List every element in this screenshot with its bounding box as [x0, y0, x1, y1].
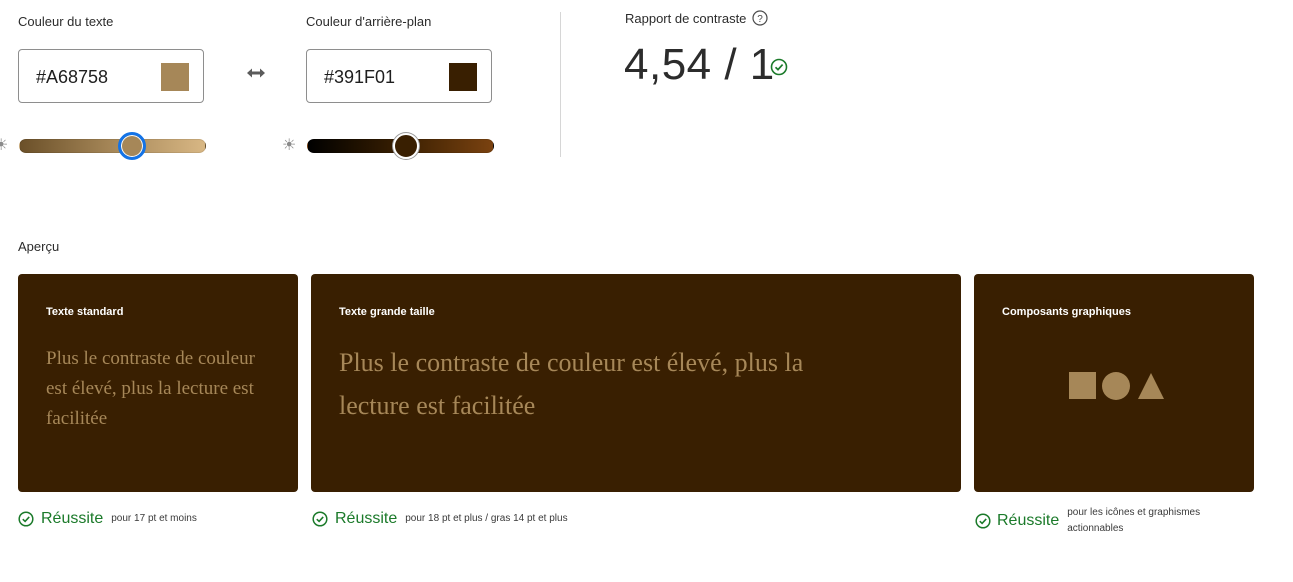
standard-text-status: Réussite pour 17 pt et moins [18, 510, 197, 528]
circle-shape-icon [1102, 372, 1130, 400]
contrast-ratio-value: 4,54 / 1 [624, 40, 775, 89]
preview-label: Aperçu [18, 239, 60, 254]
background-color-label: Couleur d'arrière-plan [306, 14, 432, 29]
triangle-shape-icon [1137, 372, 1165, 400]
text-color-swatch[interactable] [161, 63, 189, 91]
square-shape-icon [1069, 372, 1096, 399]
background-color-swatch[interactable] [449, 63, 477, 91]
text-color-hex-input[interactable] [36, 66, 156, 88]
contrast-ratio-label: Rapport de contraste [625, 11, 747, 26]
background-color-slider-thumb[interactable] [393, 133, 419, 159]
background-color-field[interactable] [306, 49, 492, 103]
check-circle-icon [312, 511, 328, 527]
standard-text-sample: Plus le contraste de couleur est élevé, … [46, 348, 255, 429]
preview-card-standard-text: Texte standard Plus le contraste de coul… [18, 274, 298, 492]
check-circle-icon [975, 513, 991, 529]
text-color-slider-thumb[interactable] [118, 132, 146, 160]
large-text-status: Réussite pour 18 pt et plus / gras 14 pt… [312, 510, 568, 528]
text-color-field[interactable] [18, 49, 204, 103]
pass-note: pour 18 pt et plus / gras 14 pt et plus [405, 513, 568, 524]
vertical-divider [560, 12, 561, 157]
preview-card-graphic-components: Composants graphiques [974, 274, 1254, 492]
preview-card-large-text: Texte grande taille Plus le contraste de… [311, 274, 961, 492]
swap-arrows-icon[interactable] [246, 66, 266, 80]
svg-text:?: ? [757, 14, 763, 25]
background-color-hex-input[interactable] [324, 66, 444, 88]
pass-note: pour 17 pt et moins [111, 513, 197, 524]
graphic-components-status: Réussite pour les icônes et graphismes a… [975, 505, 1217, 537]
pass-label: Réussite [41, 510, 104, 527]
brightness-icon: ☀ [0, 137, 9, 154]
pass-note: pour les icônes et graphismes actionnabl… [1067, 507, 1201, 534]
card-title: Composants graphiques [1002, 306, 1131, 318]
check-circle-icon [18, 511, 34, 527]
text-color-label: Couleur du texte [18, 14, 114, 29]
card-title: Texte grande taille [339, 306, 435, 318]
card-title: Texte standard [46, 306, 124, 318]
pass-label: Réussite [335, 510, 398, 527]
check-circle-icon [770, 58, 788, 76]
help-icon[interactable]: ? [752, 10, 768, 26]
text-color-brightness-slider[interactable] [19, 139, 206, 153]
large-text-sample: Plus le contraste de couleur est élevé, … [339, 348, 804, 420]
pass-label: Réussite [997, 512, 1060, 529]
brightness-icon: ☀ [282, 137, 297, 154]
